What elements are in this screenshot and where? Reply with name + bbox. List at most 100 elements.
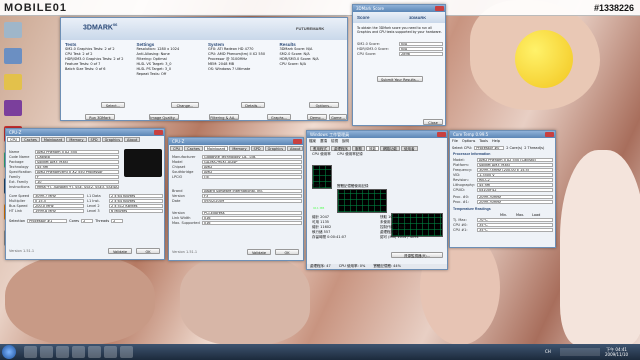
mark3d-button-game[interactable]: Game... — [329, 114, 347, 120]
cpuz2-bios-label: Brand — [172, 188, 183, 193]
taskbar-app-ie-icon[interactable] — [24, 346, 37, 358]
mark3d-button-select[interactable]: Select... — [101, 102, 125, 108]
cpuz2-ok-button[interactable]: OK — [275, 249, 299, 255]
cpuz1-label: Technology — [9, 164, 29, 169]
coretemp-menu-item[interactable]: Tools — [479, 139, 488, 144]
score-value: N/A — [399, 41, 443, 46]
tab-mainboard[interactable]: Mainboard — [40, 137, 66, 142]
mark3d-button-run-3dmark[interactable]: Run 3DMark — [85, 114, 115, 120]
clock[interactable]: 下午 04:41 2009/11/10 — [605, 347, 628, 357]
tab-graphics[interactable]: Graphics — [101, 137, 124, 142]
cpuz1-ok-button[interactable]: OK — [136, 248, 160, 254]
coretemp-menu-item[interactable]: File — [452, 139, 458, 144]
window-core-temp: Core Temp 0.99.5 File Options Tools Help Se… — [449, 130, 556, 248]
cpuz1-label: Instructions — [9, 184, 30, 189]
tab-graphics[interactable]: Graphics — [264, 146, 287, 151]
tab-caches[interactable]: Caches — [21, 137, 40, 142]
cpuz1-value: 10 — [35, 179, 119, 184]
mark3d-button-details[interactable]: Details... — [241, 102, 265, 108]
cpuz1-cache-label: L1 Inst. — [87, 198, 100, 203]
coretemp-row: Platform: Socket AM3 (938) — [453, 162, 553, 167]
taskbar-app-media-icon[interactable] — [56, 346, 69, 358]
tab-spd[interactable]: SPD — [87, 137, 101, 142]
cpuz1-titlebar[interactable]: CPU-Z — [6, 129, 164, 136]
coretemp-menu-item[interactable]: Options — [462, 139, 476, 144]
recycle-bin-icon[interactable] — [4, 22, 22, 38]
taskman-menu-item[interactable]: 說明 — [342, 139, 349, 144]
score-row: CPU Score: 2898 — [357, 51, 443, 56]
computer-icon[interactable] — [4, 48, 22, 64]
submit-results-button[interactable]: Submit Your Results... — [377, 76, 423, 82]
cpuz1-validate-button[interactable]: Validate — [108, 248, 132, 254]
language-indicator[interactable]: CH — [545, 349, 551, 354]
mark3d-button-graphs[interactable]: Graphs... — [267, 114, 291, 120]
cpuz2-version: Version 1.51.1 — [172, 250, 198, 254]
taskman-tab[interactable]: 網路功能 — [380, 146, 400, 151]
taskman-menu-item[interactable]: 檔案 — [309, 139, 316, 144]
close-icon[interactable] — [293, 139, 302, 144]
taskman-menu-item[interactable]: 檢視 — [331, 139, 338, 144]
cpuz2-graphic-label: Version — [172, 210, 185, 215]
tab-cpu[interactable]: CPU — [170, 146, 184, 151]
app-icon-1[interactable] — [4, 100, 22, 116]
mark3d-button-options[interactable]: Options... — [309, 102, 339, 108]
selection-label: Selection — [9, 218, 26, 223]
taskbar-app-cpuz-icon[interactable] — [88, 346, 101, 358]
cpuz1-clock-value: 1999.8 MHz — [33, 208, 84, 213]
mark3d-button-change[interactable]: Change... — [171, 102, 199, 108]
memory-value: 911 MB — [313, 206, 325, 210]
coretemp-power-row: Proc. #1: 2099.70MHz — [453, 199, 553, 204]
tab-about[interactable]: About — [287, 146, 303, 151]
cores-count: 2 Core(s) — [506, 145, 523, 150]
taskman-tab[interactable]: 應用程式 — [310, 146, 330, 151]
taskman-status-item: CPU 使用率: 0% — [338, 264, 366, 268]
tab-memory[interactable]: Memory — [66, 137, 87, 142]
tab-mainboard[interactable]: Mainboard — [203, 146, 229, 151]
tab-about[interactable]: About — [124, 137, 141, 142]
taskman-tab[interactable]: 處理程序 — [331, 146, 351, 151]
tab-cpu[interactable]: CPU — [7, 137, 21, 142]
tab-memory[interactable]: Memory — [229, 146, 250, 151]
tab-spd[interactable]: SPD — [250, 146, 264, 151]
cpu-select[interactable]: Processor #0 — [474, 145, 505, 150]
mark3d-button-demo[interactable]: Demo... — [307, 114, 327, 120]
taskbar-app-coretemp-icon[interactable] — [120, 346, 133, 358]
coretemp-value: 45 nm — [477, 182, 553, 187]
cpuz1-rows: Name AMD Phenom II X2 550 Code Name Callist… — [9, 149, 119, 189]
close-button[interactable]: Close — [423, 119, 443, 125]
taskman-tab[interactable]: 效能 — [366, 146, 379, 151]
amd-logo — [124, 149, 162, 177]
mark3d-button-filtering-aa[interactable]: Filtering & AA... — [209, 114, 239, 120]
tab-caches[interactable]: Caches — [184, 146, 203, 151]
close-icon[interactable] — [435, 6, 444, 11]
coretemp-temp-row: CPU #1: 35°C — [453, 227, 553, 232]
cpuz2-value: AMD — [202, 169, 302, 174]
resource-monitor-button[interactable]: 資源監視器(R)... — [391, 252, 443, 258]
mark3d-button-image-quality[interactable]: Image Quality... — [149, 114, 179, 120]
taskman-menu-item[interactable]: 選項 — [320, 139, 327, 144]
cpuz1-clock-row: Core Speed 3099.7 MHz — [9, 193, 84, 198]
tray-icons[interactable] — [560, 348, 600, 356]
cpuz2-titlebar[interactable]: CPU-Z — [169, 138, 303, 145]
cpuz2-row: Manufacturer Gigabyte Technology Co., Ltd… — [172, 154, 302, 159]
close-icon[interactable] — [154, 130, 163, 135]
taskman-titlebar[interactable]: Windows 工作管理員 — [307, 131, 447, 138]
coretemp-menu-item[interactable]: Help — [492, 139, 500, 144]
coretemp-titlebar[interactable]: Core Temp 0.99.5 — [450, 131, 555, 138]
close-icon[interactable] — [437, 132, 446, 137]
score-titlebar[interactable]: 3DMark Score — [353, 5, 445, 12]
start-button[interactable] — [2, 345, 16, 359]
cpuz2-validate-button[interactable]: Validate — [247, 249, 271, 255]
taskbar-app-taskman-icon[interactable] — [104, 346, 117, 358]
taskbar-app-explorer-icon[interactable] — [40, 346, 53, 358]
taskman-tab[interactable]: 使用者 — [401, 146, 418, 151]
cpuz1-row: Ext. Family 10 — [9, 179, 119, 184]
taskbar-app-3dmark-icon[interactable] — [72, 346, 85, 358]
cpuz2-value: AMD — [202, 164, 302, 169]
score-header: Score 3DMARK — [353, 12, 445, 23]
taskman-tab[interactable]: 服務 — [352, 146, 365, 151]
cpuz1-label: Ext. Family — [9, 179, 29, 184]
close-icon[interactable] — [545, 132, 554, 137]
processor-select[interactable]: Processor #1 — [27, 218, 68, 223]
folder-icon[interactable] — [4, 74, 22, 90]
